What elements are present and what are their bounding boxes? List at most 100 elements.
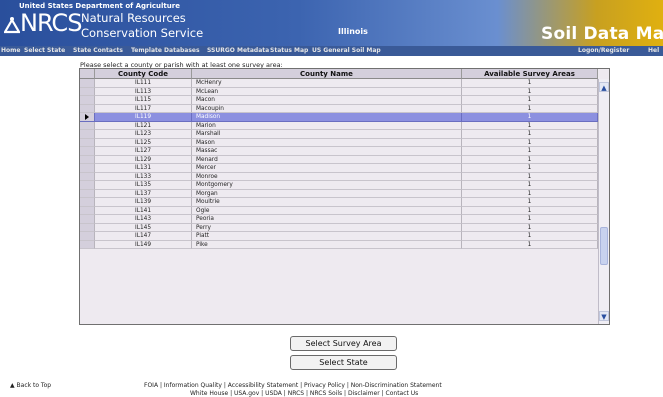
table-row[interactable]: IL117 Macoupin 1 — [80, 104, 598, 113]
table-row[interactable]: IL127 Massac 1 — [80, 147, 598, 156]
table-row[interactable]: IL135 Montgomery 1 — [80, 181, 598, 190]
row-selector[interactable] — [80, 147, 95, 156]
county-name-cell: McHenry — [192, 79, 462, 88]
survey-areas-cell: 1 — [462, 155, 598, 164]
row-pointer-icon — [85, 114, 89, 120]
county-name-cell: Moultrie — [192, 198, 462, 207]
row-selector[interactable] — [80, 96, 95, 105]
row-selector[interactable] — [80, 104, 95, 113]
county-name-cell: Menard — [192, 155, 462, 164]
row-selector[interactable] — [80, 79, 95, 88]
nav-state-contacts[interactable]: State Contacts — [73, 47, 123, 54]
chevron-down-icon[interactable]: ▼ — [599, 311, 609, 321]
table-row[interactable]: IL121 Marion 1 — [80, 121, 598, 130]
county-code-cell: IL111 — [95, 79, 192, 88]
row-selector[interactable] — [80, 232, 95, 241]
table-row[interactable]: IL149 Pike 1 — [80, 240, 598, 249]
row-selector[interactable] — [80, 172, 95, 181]
nav-status-map[interactable]: Status Map — [270, 47, 308, 54]
row-selector[interactable] — [80, 164, 95, 173]
row-selector[interactable] — [80, 155, 95, 164]
chevron-up-icon[interactable]: ▲ — [599, 82, 609, 92]
survey-areas-cell: 1 — [462, 79, 598, 88]
state-name: Illinois — [338, 27, 368, 36]
row-selector[interactable] — [80, 121, 95, 130]
table-row[interactable]: IL139 Moultrie 1 — [80, 198, 598, 207]
scrollbar-thumb[interactable] — [600, 227, 608, 265]
footer-links-primary[interactable]: FOIA | Information Quality | Accessibili… — [144, 382, 442, 389]
county-name-cell: Perry — [192, 223, 462, 232]
row-selector[interactable] — [80, 240, 95, 249]
column-header-county-name[interactable]: County Name — [192, 69, 462, 79]
table-row[interactable]: IL131 Mercer 1 — [80, 164, 598, 173]
county-name-cell: Montgomery — [192, 181, 462, 190]
row-selector[interactable] — [80, 87, 95, 96]
nav-us-general-soil-map[interactable]: US General Soil Map — [312, 47, 381, 54]
table-row[interactable]: IL115 Macon 1 — [80, 96, 598, 105]
logo-line-2: Conservation Service — [81, 26, 204, 40]
row-selector[interactable] — [80, 113, 95, 122]
row-selector[interactable] — [80, 130, 95, 139]
county-code-cell: IL139 — [95, 198, 192, 207]
table-row[interactable]: IL129 Menard 1 — [80, 155, 598, 164]
table-row[interactable]: IL141 Ogle 1 — [80, 206, 598, 215]
table-row[interactable]: IL123 Marshall 1 — [80, 130, 598, 139]
county-code-cell: IL117 — [95, 104, 192, 113]
table-row[interactable]: IL111 McHenry 1 — [80, 79, 598, 88]
county-name-cell: Morgan — [192, 189, 462, 198]
county-name-cell: Massac — [192, 147, 462, 156]
survey-areas-cell: 1 — [462, 223, 598, 232]
table-row[interactable]: IL125 Mason 1 — [80, 138, 598, 147]
select-state-button[interactable]: Select State — [290, 355, 397, 370]
grid-scrollbar[interactable]: ▲ ▼ — [598, 79, 609, 324]
county-name-cell: Monroe — [192, 172, 462, 181]
nav-logon-register[interactable]: Logon/Register — [578, 47, 629, 54]
row-selector[interactable] — [80, 189, 95, 198]
survey-areas-cell: 1 — [462, 232, 598, 241]
table-row[interactable]: IL147 Piatt 1 — [80, 232, 598, 241]
row-selector[interactable] — [80, 198, 95, 207]
county-name-cell: Piatt — [192, 232, 462, 241]
row-selector[interactable] — [80, 181, 95, 190]
county-name-cell: Peoria — [192, 215, 462, 224]
table-row[interactable]: IL145 Perry 1 — [80, 223, 598, 232]
survey-areas-cell: 1 — [462, 240, 598, 249]
column-header-available-survey-areas[interactable]: Available Survey Areas — [462, 69, 598, 79]
survey-areas-cell: 1 — [462, 147, 598, 156]
back-to-top-link[interactable]: ▲ Back to Top — [10, 382, 51, 389]
survey-areas-cell: 1 — [462, 121, 598, 130]
county-name-cell: Marshall — [192, 130, 462, 139]
row-selector[interactable] — [80, 223, 95, 232]
column-header-county-code[interactable]: County Code — [95, 69, 192, 79]
nav-ssurgo-metadata[interactable]: SSURGO Metadata — [207, 47, 269, 54]
survey-areas-cell: 1 — [462, 181, 598, 190]
select-survey-area-button[interactable]: Select Survey Area — [290, 336, 397, 351]
nav-help[interactable]: Hel — [648, 47, 659, 54]
survey-areas-cell: 1 — [462, 87, 598, 96]
county-code-cell: IL123 — [95, 130, 192, 139]
survey-areas-cell: 1 — [462, 113, 598, 122]
county-code-cell: IL127 — [95, 147, 192, 156]
nav-select-state[interactable]: Select State — [24, 47, 65, 54]
row-selector[interactable] — [80, 215, 95, 224]
survey-areas-cell: 1 — [462, 130, 598, 139]
survey-areas-cell: 1 — [462, 206, 598, 215]
table-row[interactable]: IL143 Peoria 1 — [80, 215, 598, 224]
county-code-cell: IL149 — [95, 240, 192, 249]
county-grid[interactable]: County Code County Name Available Survey… — [79, 68, 610, 325]
row-header-corner — [80, 69, 95, 79]
row-selector[interactable] — [80, 206, 95, 215]
survey-areas-cell: 1 — [462, 104, 598, 113]
survey-areas-cell: 1 — [462, 189, 598, 198]
table-row-selected[interactable]: IL119 Madison 1 — [80, 113, 598, 122]
table-row[interactable]: IL133 Monroe 1 — [80, 172, 598, 181]
county-code-cell: IL115 — [95, 96, 192, 105]
county-code-cell: IL147 — [95, 232, 192, 241]
nav-home[interactable]: Home — [1, 47, 20, 54]
nav-template-databases[interactable]: Template Databases — [131, 47, 200, 54]
county-code-cell: IL113 — [95, 87, 192, 96]
row-selector[interactable] — [80, 138, 95, 147]
table-row[interactable]: IL137 Morgan 1 — [80, 189, 598, 198]
table-row[interactable]: IL113 McLean 1 — [80, 87, 598, 96]
county-name-cell: Marion — [192, 121, 462, 130]
